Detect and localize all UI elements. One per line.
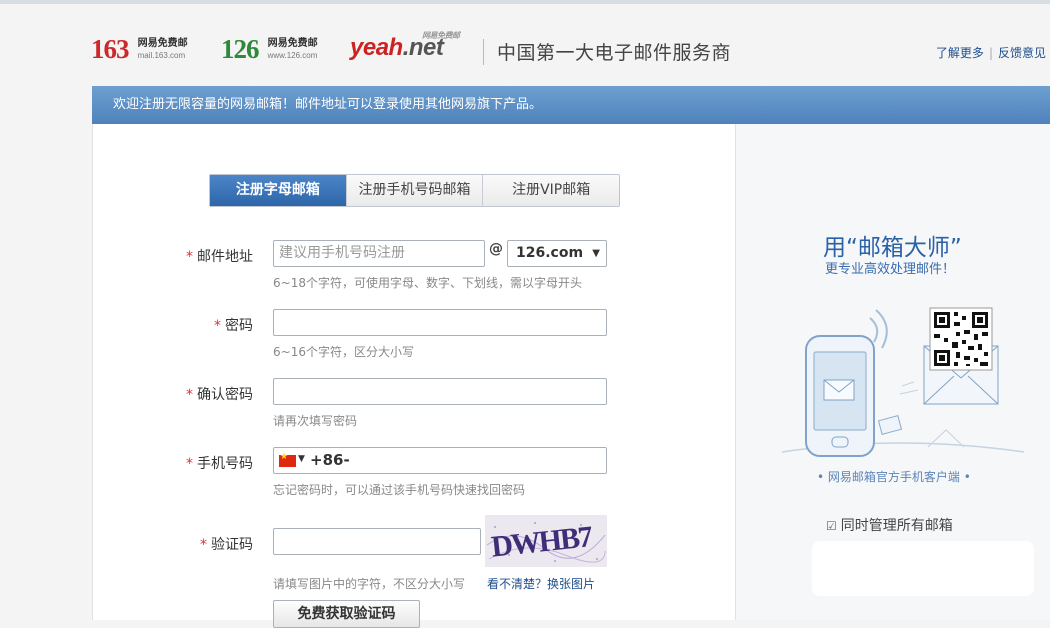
feature-item: ☑ 同时管理所有邮箱 — [826, 515, 953, 535]
confirm-password-input[interactable] — [273, 378, 607, 405]
required-mark: * — [186, 387, 193, 403]
top-links: 了解更多 | 反馈意见 — [936, 44, 1046, 61]
required-mark: * — [200, 537, 207, 553]
password-hint: 6~16个字符，区分大小写 — [273, 345, 414, 359]
logo-163[interactable]: 163 网易免费邮 mail.163.com — [91, 34, 188, 68]
qr-code-icon — [929, 307, 993, 371]
logo-126-url: www.126.com — [267, 51, 318, 60]
tab-vip-email[interactable]: 注册VIP邮箱 — [482, 175, 620, 206]
confirm-hint: 请再次填写密码 — [273, 414, 358, 428]
logo-163-url: mail.163.com — [137, 51, 186, 60]
get-verification-code-button[interactable]: 免费获取验证码 — [273, 600, 420, 628]
feedback-link[interactable]: 反馈意见 — [998, 46, 1046, 60]
phone-illustration — [781, 307, 1025, 457]
captcha-label: * 验证码 — [93, 534, 253, 554]
registration-form: 注册字母邮箱 注册手机号码邮箱 注册VIP邮箱 * 邮件地址 建议用手机号码注册 … — [92, 124, 736, 628]
slogan: 中国第一大电子邮件服务商 — [497, 42, 732, 64]
phone-label-text: 手机号码 — [197, 456, 253, 472]
phone-input[interactable]: ★ ▼ +86- — [273, 447, 607, 474]
envelope-icon — [877, 415, 903, 435]
email-hint: 6~18个字符，可使用字母、数字、下划线，需以字母开头 — [273, 276, 582, 290]
password-input[interactable] — [273, 309, 607, 336]
phone-country-code: +86- — [310, 451, 350, 469]
email-input[interactable]: 建议用手机号码注册 — [273, 240, 485, 267]
required-mark: * — [214, 318, 221, 334]
register-tabs: 注册字母邮箱 注册手机号码邮箱 注册VIP邮箱 — [209, 174, 620, 207]
learn-more-link[interactable]: 了解更多 — [936, 46, 984, 60]
email-label-text: 邮件地址 — [197, 249, 253, 265]
header: 163 网易免费邮 mail.163.com 126 网易免费邮 www.126… — [0, 4, 1050, 86]
tab-letter-email[interactable]: 注册字母邮箱 — [210, 175, 346, 206]
chevron-down-icon: ▼ — [592, 248, 600, 259]
feature-text: 同时管理所有邮箱 — [840, 518, 953, 534]
tab-phone-email[interactable]: 注册手机号码邮箱 — [345, 175, 483, 206]
confirm-password-label: * 确认密码 — [93, 384, 253, 404]
welcome-banner: 欢迎注册无限容量的网易邮箱！邮件地址可以登录使用其他网易旗下产品。 — [92, 86, 1050, 124]
sidebar-title: 用“邮箱大师” — [823, 235, 962, 261]
confirm-label-text: 确认密码 — [197, 387, 253, 403]
domain-value: 126.com — [516, 245, 584, 261]
captcha-input[interactable] — [273, 528, 481, 555]
logo-126-text: 网易免费邮 www.126.com — [268, 38, 318, 61]
password-label-text: 密码 — [225, 318, 253, 334]
link-separator: | — [988, 46, 993, 60]
refresh-captcha-link[interactable]: 看不清楚？换张图片 — [487, 575, 595, 592]
email-label: * 邮件地址 — [93, 246, 253, 266]
logo-126[interactable]: 126 网易免费邮 www.126.com — [221, 34, 318, 68]
domain-select[interactable]: 126.com ▼ — [507, 240, 607, 267]
captcha-image[interactable]: DWHB7 — [485, 515, 607, 567]
logo-yeah-tag: 网易免费邮 — [422, 31, 460, 40]
phone-label: * 手机号码 — [93, 453, 253, 473]
chevron-down-icon[interactable]: ▼ — [298, 454, 305, 464]
logo-126-cn: 网易免费邮 — [267, 38, 318, 49]
logo-yeah[interactable]: yeah.net 网易免费邮 — [350, 31, 460, 62]
logo-163-cn: 网易免费邮 — [137, 38, 188, 49]
logo-163-text: 网易免费邮 mail.163.com — [138, 38, 188, 61]
required-mark: * — [186, 456, 193, 472]
at-sign: @ — [489, 241, 503, 257]
logo-126-number: 126 — [221, 34, 259, 64]
required-mark: * — [186, 249, 193, 265]
password-label: * 密码 — [93, 315, 253, 335]
logo-163-number: 163 — [91, 34, 129, 64]
client-note: • 网易邮箱官方手机客户端 • — [817, 470, 971, 484]
checkmark-icon: ☑ — [826, 519, 837, 533]
captcha-hint: 请填写图片中的字符，不区分大小写 — [273, 577, 466, 591]
captcha-label-text: 验证码 — [211, 537, 253, 553]
logo-yeah-main: yeah — [350, 34, 403, 61]
header-divider — [483, 39, 484, 65]
sidebar-promo: 用“邮箱大师” 更专业高效处理邮件！ • 网易邮箱官方手机客户端 • ☑ 同时管… — [735, 124, 1050, 620]
phone-hint: 忘记密码时，可以通过该手机号码快速找回密码 — [273, 483, 526, 497]
sidebar-subtitle: 更专业高效处理邮件！ — [825, 262, 956, 277]
china-flag-icon[interactable]: ★ — [279, 452, 296, 467]
redacted-area — [812, 541, 1034, 596]
